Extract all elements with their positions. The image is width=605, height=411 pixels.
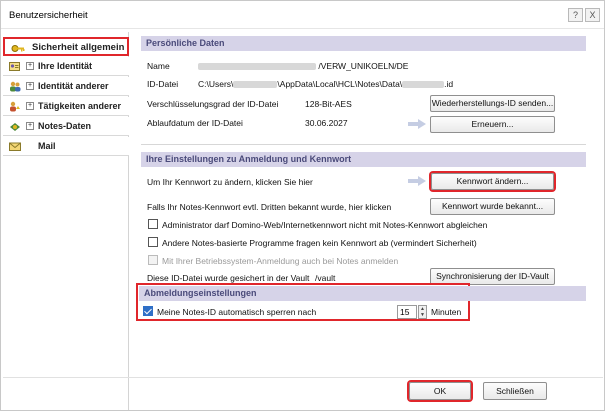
admin-sync-label: Administrator darf Domino-Web/Internetke…: [162, 220, 488, 230]
redacted-text: [402, 81, 445, 89]
os-login-label: Mit Ihrer Betriebssystem-Anmeldung auch …: [162, 256, 399, 266]
expiry-value: 30.06.2027: [305, 118, 348, 128]
section-title: Ihre Einstellungen zu Anmeldung und Kenn…: [146, 154, 352, 164]
vault-value: /vault: [315, 273, 336, 283]
sidebar-item-label: Mail: [38, 141, 56, 151]
encryption-label: Verschlüsselungsgrad der ID-Datei: [147, 99, 279, 109]
encryption-value: 128-Bit-AES: [305, 99, 352, 109]
id-card-icon: [9, 61, 20, 72]
lock-minutes-input[interactable]: 15: [397, 305, 417, 319]
name-value-text: /VERW_UNIKOELN/DE: [318, 61, 409, 71]
mail-icon: [9, 141, 21, 152]
sidebar-item-notes-data[interactable]: + Notes-Daten: [3, 117, 129, 136]
section-header-logout: Abmeldungseinstellungen: [139, 286, 586, 301]
expiry-label: Ablaufdatum der ID-Datei: [147, 118, 243, 128]
close-window-button[interactable]: X: [585, 8, 600, 22]
auto-lock-label: Meine Notes-ID automatisch sperren nach: [157, 307, 317, 317]
footer-divider: [3, 377, 603, 378]
main-panel: Persönliche Daten Name /VERW_UNIKOELN/DE…: [131, 32, 601, 377]
password-compromised-button[interactable]: Kennwort wurde bekannt...: [430, 198, 555, 215]
path-prefix: C:\Users\: [198, 79, 234, 89]
sidebar-item-label: Identität anderer: [38, 81, 109, 91]
sidebar-item-label: Sicherheit allgemein: [32, 42, 125, 53]
id-file-label: ID-Datei: [147, 79, 179, 89]
other-programs-checkbox[interactable]: [148, 237, 158, 247]
sidebar-item-mail[interactable]: Mail: [3, 137, 129, 156]
expand-toggle[interactable]: +: [26, 62, 34, 70]
renew-button[interactable]: Erneuern...: [430, 116, 555, 133]
sidebar-item-label: Notes-Daten: [38, 121, 92, 131]
change-password-button[interactable]: Kennwort ändern...: [431, 173, 554, 190]
ok-button[interactable]: OK: [409, 382, 471, 400]
spin-down-icon[interactable]: ▼: [419, 312, 426, 318]
sidebar-item-others-activities[interactable]: + Tätigkeiten anderer: [3, 97, 129, 116]
section-header-login: Ihre Einstellungen zu Anmeldung und Kenn…: [141, 152, 586, 167]
arrow-icon: [408, 119, 426, 129]
sidebar-item-others-identity[interactable]: + Identität anderer: [3, 77, 129, 96]
send-recovery-id-button[interactable]: Wiederherstellungs-ID senden...: [430, 95, 555, 112]
os-login-checkbox[interactable]: [148, 255, 158, 265]
people-icon: [9, 81, 21, 92]
id-file-path: C:\Users\ \AppData\Local\HCL\Notes\Data\.…: [198, 79, 453, 89]
expand-toggle[interactable]: +: [26, 122, 34, 130]
sidebar-item-your-identity[interactable]: + Ihre Identität: [3, 57, 129, 76]
path-middle: \AppData\Local\HCL\Notes\Data\: [277, 79, 403, 89]
password-known-text: Falls Ihr Notes-Kennwort evtl. Dritten b…: [147, 202, 392, 212]
section-header-personal: Persönliche Daten: [141, 36, 586, 51]
path-suffix: .id: [444, 79, 454, 89]
redacted-text: [198, 63, 316, 71]
change-password-text: Um Ihr Kennwort zu ändern, klicken Sie h…: [147, 177, 313, 187]
sidebar: Sicherheit allgemein + Ihre Identität + …: [3, 32, 129, 410]
database-icon: [9, 121, 20, 132]
name-value: /VERW_UNIKOELN/DE: [198, 61, 408, 71]
window-title: Benutzersicherheit: [9, 10, 88, 21]
auto-lock-checkbox[interactable]: [143, 306, 153, 316]
lock-minutes-spinner[interactable]: ▲ ▼: [418, 305, 427, 319]
sidebar-item-label: Ihre Identität: [38, 61, 93, 71]
name-label: Name: [147, 61, 170, 71]
expand-toggle[interactable]: +: [26, 102, 34, 110]
activity-icon: [9, 101, 20, 112]
section-title: Abmeldungseinstellungen: [144, 288, 257, 298]
key-icon: [11, 43, 25, 54]
admin-sync-checkbox[interactable]: [148, 219, 158, 229]
arrow-icon: [408, 176, 426, 186]
vault-text: Diese ID-Datei wurde gesichert in der Va…: [147, 273, 310, 283]
minutes-unit-label: Minuten: [431, 307, 462, 317]
expand-toggle[interactable]: +: [26, 82, 34, 90]
help-button[interactable]: ?: [568, 8, 583, 22]
sidebar-item-label: Tätigkeiten anderer: [38, 101, 122, 111]
redacted-text: [233, 81, 278, 89]
user-security-dialog: Benutzersicherheit ? X Sicherheit allgem…: [0, 0, 605, 411]
close-dialog-button[interactable]: Schließen: [483, 382, 547, 400]
other-programs-label: Andere Notes-basierte Programme fragen k…: [162, 238, 477, 248]
title-bar: Benutzersicherheit ? X: [1, 1, 604, 29]
divider: [141, 144, 586, 145]
sidebar-item-security-general[interactable]: Sicherheit allgemein: [3, 37, 129, 56]
section-title: Persönliche Daten: [146, 38, 225, 48]
